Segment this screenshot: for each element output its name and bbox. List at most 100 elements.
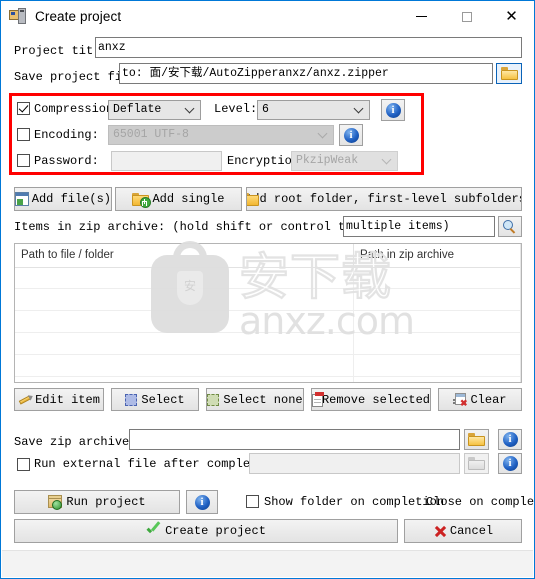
compression-info-button[interactable]: [381, 99, 405, 121]
chevron-down-icon: [355, 105, 363, 113]
chevron-down-icon: [186, 105, 194, 113]
level-value: 6: [262, 103, 269, 116]
column-header-path-to-file[interactable]: Path to file / folder: [15, 244, 353, 267]
password-label: Password:: [34, 154, 99, 168]
maximize-button[interactable]: [444, 1, 489, 32]
close-icon: ✕: [505, 8, 518, 25]
edit-item-label: Edit item: [35, 392, 100, 407]
list-item[interactable]: [15, 333, 521, 355]
computer-project-icon: [9, 7, 27, 26]
list-item[interactable]: [15, 355, 521, 377]
list-rows: [15, 267, 521, 382]
encoding-checkbox[interactable]: [17, 128, 30, 141]
encryption-value: PkzipWeak: [296, 154, 359, 167]
create-project-window: Create project ✕ Project tit anxz Save p…: [0, 0, 535, 579]
window-title: Create project: [35, 9, 122, 24]
status-bar: [2, 550, 533, 577]
add-single-label: Add single: [152, 192, 225, 206]
add-file-icon: [15, 192, 29, 206]
level-select[interactable]: 6: [257, 100, 370, 120]
password-input[interactable]: [111, 151, 222, 171]
show-folder-label: Show folder on completion: [264, 495, 445, 509]
clear-label: Clear: [470, 392, 507, 407]
items-filter-input[interactable]: multiple items): [343, 216, 495, 237]
run-project-label: Run project: [66, 495, 146, 509]
select-label: Select: [141, 392, 185, 407]
list-item[interactable]: [15, 267, 521, 289]
select-none-button[interactable]: Select none: [206, 388, 304, 411]
select-button[interactable]: Select: [111, 388, 199, 411]
items-search-button[interactable]: [498, 216, 522, 237]
deselection-box-icon: [207, 393, 220, 406]
selection-box-icon: [125, 393, 138, 406]
save-zip-info-button[interactable]: [498, 429, 522, 450]
list-item[interactable]: [15, 311, 521, 333]
window-controls: ✕: [399, 1, 534, 32]
encoding-info-button[interactable]: [339, 124, 363, 146]
add-folder-icon: [132, 192, 152, 208]
run-external-checkbox[interactable]: [17, 458, 30, 471]
remove-selected-button[interactable]: Remove selected: [311, 388, 431, 411]
maximize-icon: [461, 11, 472, 22]
list-header-row: Path to file / folder Path in zip archiv…: [15, 244, 521, 268]
create-project-label: Create project: [165, 524, 266, 538]
pencil-icon: [18, 393, 35, 406]
encoding-value: 65001 UTF-8: [113, 128, 189, 141]
project-title-input[interactable]: anxz: [95, 37, 522, 58]
green-check-icon: [146, 524, 162, 538]
remove-clipboard-icon: [312, 391, 324, 407]
archive-items-list[interactable]: Path to file / folder Path in zip archiv…: [14, 243, 522, 383]
password-checkbox[interactable]: [17, 154, 30, 167]
run-project-button[interactable]: Run project: [14, 490, 180, 514]
select-none-label: Select none: [223, 392, 303, 407]
remove-selected-label: Remove selected: [321, 392, 430, 407]
save-zip-browse-button[interactable]: [464, 429, 489, 450]
add-files-label: Add file(s): [31, 192, 111, 206]
info-icon: [502, 432, 518, 447]
cancel-label: Cancel: [449, 524, 494, 538]
show-folder-checkbox[interactable]: [246, 495, 259, 508]
save-project-browse-button[interactable]: [496, 63, 522, 84]
clear-button[interactable]: ✖ Clear: [438, 388, 522, 411]
list-item[interactable]: [15, 289, 521, 311]
minimize-icon: [416, 16, 427, 17]
run-external-input[interactable]: [249, 453, 460, 474]
compression-value: Deflate: [113, 103, 162, 116]
encoding-select[interactable]: 65001 UTF-8: [108, 125, 334, 145]
clear-list-icon: ✖: [453, 392, 467, 407]
add-root-folder-button[interactable]: Add root folder, first-level subfolders: [246, 187, 522, 211]
level-label: Level:: [214, 102, 258, 116]
info-icon: [502, 456, 518, 471]
edit-item-button[interactable]: Edit item: [14, 388, 104, 411]
title-bar: Create project ✕: [1, 1, 534, 32]
list-right-edge: [520, 244, 521, 382]
package-run-icon: [48, 495, 63, 510]
column-header-path-in-archive[interactable]: Path in zip archive: [353, 244, 521, 267]
info-icon: [194, 494, 210, 510]
chevron-down-icon: [383, 156, 391, 164]
create-project-button[interactable]: Create project: [14, 519, 398, 543]
run-external-info-button[interactable]: [498, 453, 522, 474]
run-external-browse-button[interactable]: [464, 453, 489, 474]
info-icon: [385, 102, 401, 118]
save-zip-archive-input[interactable]: [129, 429, 460, 450]
compression-select[interactable]: Deflate: [108, 100, 201, 120]
list-item[interactable]: [15, 377, 521, 382]
folder-open-icon: [500, 67, 518, 80]
minimize-button[interactable]: [399, 1, 444, 32]
encryption-select[interactable]: PkzipWeak: [291, 151, 398, 171]
folder-open-icon: [468, 433, 485, 446]
close-on-completion-label[interactable]: Close on completion: [426, 495, 535, 509]
project-title-label: Project tit: [14, 44, 94, 58]
add-single-button[interactable]: Add single: [115, 187, 242, 211]
encoding-label: Encoding:: [34, 128, 99, 142]
add-files-button[interactable]: Add file(s): [14, 187, 112, 211]
run-project-info-button[interactable]: [186, 490, 218, 514]
info-icon: [343, 127, 359, 143]
save-project-file-input[interactable]: to: 面/安下载/AutoZipperanxz/anxz.zipper: [119, 63, 493, 84]
close-button[interactable]: ✕: [489, 1, 534, 32]
cancel-button[interactable]: Cancel: [404, 519, 522, 543]
compression-checkbox[interactable]: [17, 102, 30, 115]
magnifier-icon: [503, 219, 517, 234]
folder-open-disabled-icon: [468, 457, 485, 470]
